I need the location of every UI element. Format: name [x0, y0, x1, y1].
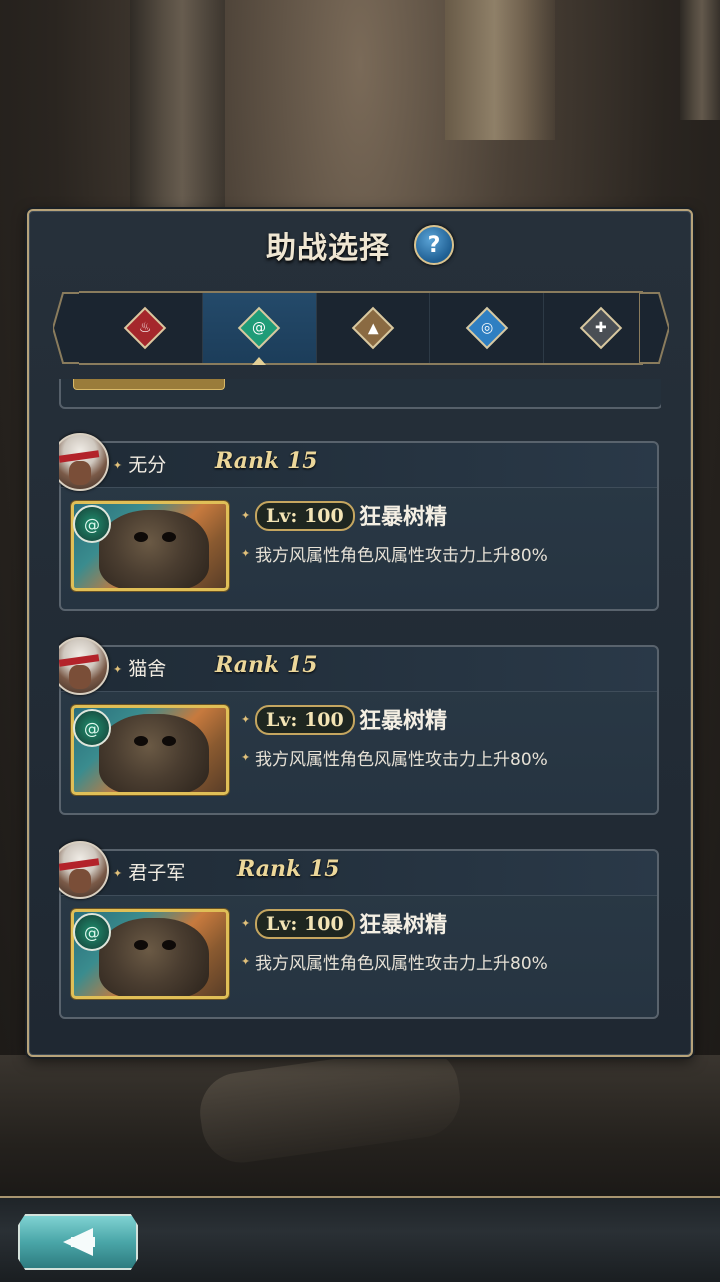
wind-element-badge-icon: @ [73, 505, 111, 543]
dialog-title: 助战选择 [266, 231, 390, 266]
monster-effect: 我方风属性角色风属性攻击力上升80% [255, 954, 548, 974]
star-bullet-icon: ✦ [241, 547, 251, 560]
bottom-bar [0, 1196, 720, 1282]
element-tabs: ♨ @ ▲ ◎ ✚ [89, 293, 657, 363]
back-button[interactable] [18, 1214, 138, 1270]
help-button[interactable]: ? [414, 225, 454, 265]
player-rank: Rank 15 [215, 448, 318, 474]
tab-earth[interactable]: ▲ [317, 293, 431, 363]
neutral-element-icon: ✚ [579, 306, 622, 350]
monster-name: 狂暴树精 [359, 709, 448, 734]
back-arrow-icon [63, 1228, 95, 1256]
player-rank: Rank 15 [215, 652, 318, 678]
fire-element-icon: ♨ [124, 306, 167, 350]
player-rank: Rank 15 [237, 856, 340, 882]
tab-fire[interactable]: ♨ [89, 293, 203, 363]
background-pillar [130, 0, 225, 210]
star-bullet-icon: ✦ [241, 751, 251, 764]
player-name: 君子军 [113, 858, 185, 885]
player-name: 无分 [113, 450, 166, 477]
support-select-dialog: 助战选择 ? ♨ @ ▲ ◎ ✚ ✦ 无分 Rank 15 @ ✦ Lv: 10… [27, 209, 693, 1057]
tab-water[interactable]: ◎ [430, 293, 545, 363]
player-name: 猫舍 [113, 654, 166, 681]
star-bullet-icon: ✦ [241, 955, 251, 968]
element-filter-tabbar: ♨ @ ▲ ◎ ✚ [53, 291, 669, 365]
earth-element-icon: ▲ [351, 306, 395, 350]
monster-name: 狂暴树精 [359, 913, 448, 938]
tab-wind[interactable]: @ [202, 293, 317, 363]
monster-level: Lv: 100 [255, 909, 355, 939]
partial-portrait [73, 379, 225, 390]
monster-effect: 我方风属性角色风属性攻击力上升80% [255, 750, 548, 770]
background-pillar [445, 0, 555, 140]
tab-neutral[interactable]: ✚ [544, 293, 657, 363]
star-bullet-icon: ✦ [241, 917, 251, 930]
wind-element-badge-icon: @ [73, 709, 111, 747]
monster-level: Lv: 100 [255, 705, 355, 735]
water-element-icon: ◎ [465, 306, 508, 350]
monster-name: 狂暴树精 [359, 505, 448, 530]
supporter-card[interactable]: 猫舍 Rank 15 @ ✦ Lv: 100 狂暴树精 ✦ 我方风属性角色风属性… [59, 637, 659, 815]
supporter-card[interactable]: 君子军 Rank 15 @ ✦ Lv: 100 狂暴树精 ✦ 我方风属性角色风属… [59, 841, 659, 1019]
background-pillar [680, 0, 720, 120]
dialog-header: 助战选择 ? [29, 225, 691, 266]
supporter-card-partial[interactable] [59, 379, 661, 409]
star-bullet-icon: ✦ [241, 713, 251, 726]
supporter-list[interactable]: 无分 Rank 15 @ ✦ Lv: 100 狂暴树精 ✦ 我方风属性角色风属性… [59, 379, 661, 1049]
monster-effect: 我方风属性角色风属性攻击力上升80% [255, 546, 548, 566]
wind-element-badge-icon: @ [73, 913, 111, 951]
wind-element-icon: @ [237, 306, 281, 350]
supporter-card[interactable]: 无分 Rank 15 @ ✦ Lv: 100 狂暴树精 ✦ 我方风属性角色风属性… [59, 433, 659, 611]
monster-level: Lv: 100 [255, 501, 355, 531]
star-bullet-icon: ✦ [241, 509, 251, 522]
